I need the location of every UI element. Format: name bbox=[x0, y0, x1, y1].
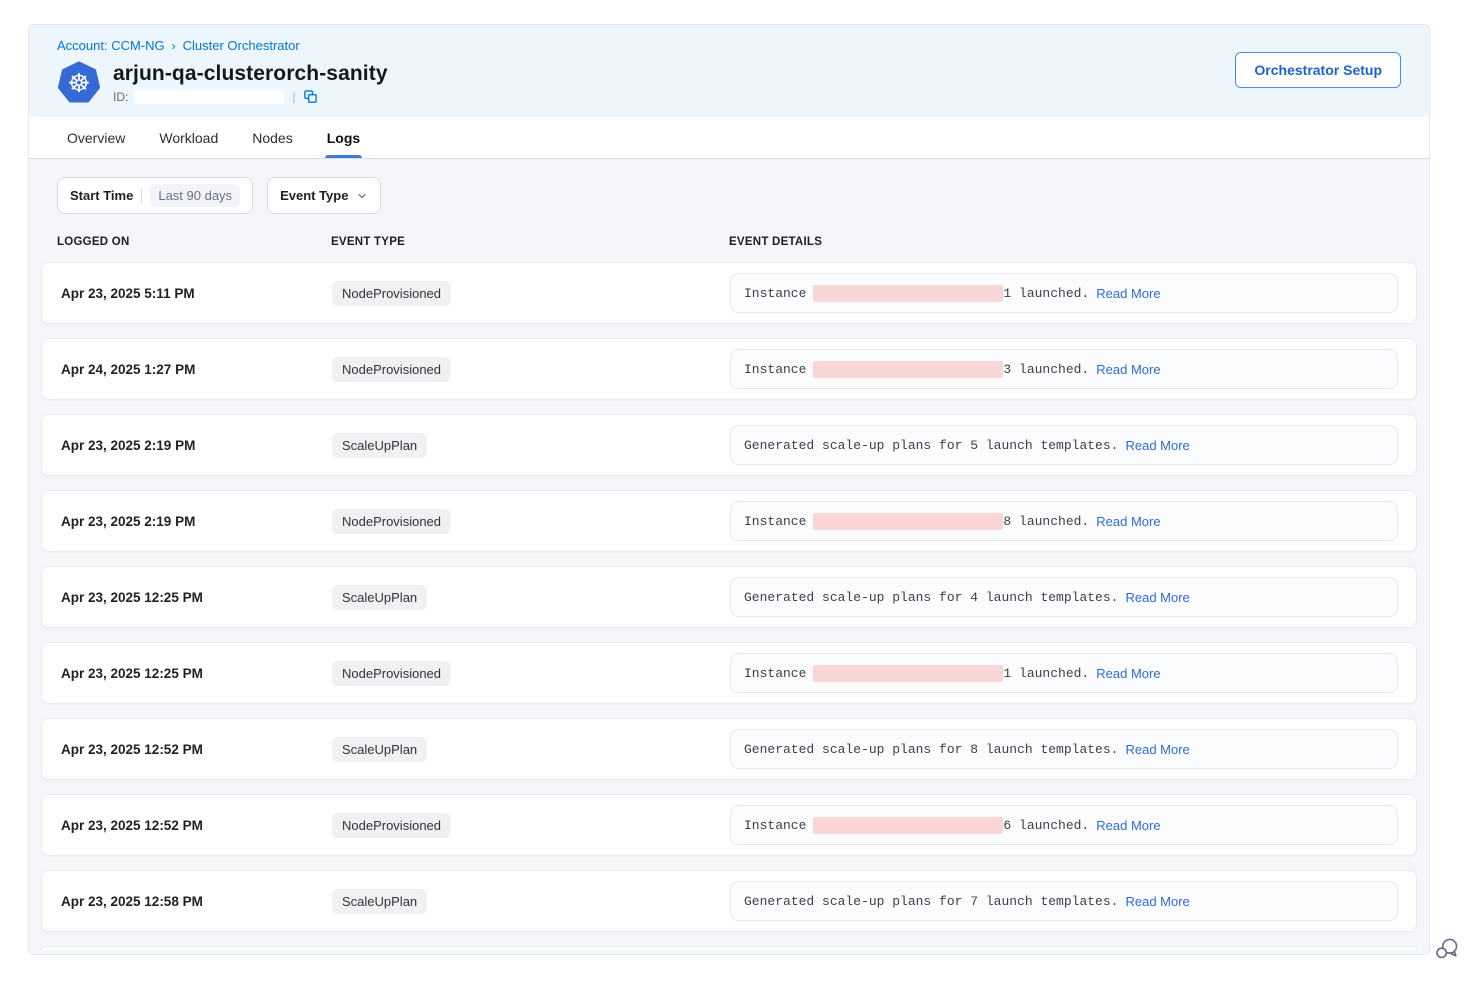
logged-on-cell: Apr 23, 2025 12:52 PM bbox=[42, 742, 332, 757]
chevron-down-icon bbox=[356, 190, 368, 202]
start-time-filter[interactable]: Start Time Last 90 days bbox=[57, 177, 253, 214]
logged-on-cell: Apr 23, 2025 12:58 PM bbox=[42, 894, 332, 909]
event-type-badge: ScaleUpPlan bbox=[332, 889, 427, 914]
svg-text:☸: ☸ bbox=[67, 69, 90, 99]
log-row: Apr 23, 2025 2:19 PM ScaleUpPlan Generat… bbox=[41, 414, 1417, 476]
event-type-badge: ScaleUpPlan bbox=[332, 433, 427, 458]
event-detail-text: Instance bbox=[744, 514, 806, 529]
event-detail-text: Generated scale-up plans for 8 launch te… bbox=[744, 742, 1118, 757]
event-type-badge: ScaleUpPlan bbox=[332, 585, 427, 610]
tab-workload[interactable]: Workload bbox=[157, 117, 220, 158]
filter-divider bbox=[141, 188, 142, 204]
event-detail-suffix: 1 launched. bbox=[1003, 666, 1089, 681]
event-detail-suffix: 6 launched. bbox=[1003, 818, 1089, 833]
event-details-box: Instance 8 launched. Read More bbox=[730, 501, 1398, 541]
read-more-link[interactable]: Read More bbox=[1125, 438, 1189, 453]
event-detail-text: Generated scale-up plans for 7 launch te… bbox=[744, 894, 1118, 909]
start-time-label: Start Time bbox=[70, 188, 133, 203]
event-details-box: Instance 1 launched. Read More bbox=[730, 273, 1398, 313]
event-detail-text: Instance bbox=[744, 286, 806, 301]
redacted-instance-id bbox=[813, 665, 1003, 682]
log-row: Apr 23, 2025 12:52 PM ScaleUpPlan Genera… bbox=[41, 718, 1417, 780]
logged-on-cell: Apr 23, 2025 12:25 PM bbox=[42, 590, 332, 605]
read-more-link[interactable]: Read More bbox=[1096, 666, 1160, 681]
event-type-badge: NodeProvisioned bbox=[332, 281, 451, 306]
column-header-event-details: EVENT DETAILS bbox=[729, 236, 1417, 248]
event-type-badge: NodeProvisioned bbox=[332, 509, 451, 534]
read-more-link[interactable]: Read More bbox=[1096, 514, 1160, 529]
event-type-filter[interactable]: Event Type bbox=[267, 177, 381, 214]
log-row: Apr 24, 2025 1:27 PM NodeProvisioned Ins… bbox=[41, 338, 1417, 400]
log-row: Apr 23, 2025 2:19 PM NodeProvisioned Ins… bbox=[41, 490, 1417, 552]
read-more-link[interactable]: Read More bbox=[1125, 742, 1189, 757]
event-details-box: Generated scale-up plans for 5 launch te… bbox=[730, 425, 1398, 465]
event-details-box: Instance 6 launched. Read More bbox=[730, 805, 1398, 845]
event-type-badge: NodeProvisioned bbox=[332, 661, 451, 686]
read-more-link[interactable]: Read More bbox=[1096, 362, 1160, 377]
read-more-link[interactable]: Read More bbox=[1096, 286, 1160, 301]
breadcrumb-account-link[interactable]: Account: CCM-NG bbox=[57, 38, 165, 53]
tabs-bar: Overview Workload Nodes Logs bbox=[29, 117, 1429, 159]
event-details-box: Generated scale-up plans for 4 launch te… bbox=[730, 577, 1398, 617]
page-header: Account: CCM-NG › Cluster Orchestrator ☸ a… bbox=[29, 25, 1429, 117]
logged-on-cell: Apr 23, 2025 2:19 PM bbox=[42, 438, 332, 453]
log-row: Apr 23, 2025 12:52 PM NodeProvisioned In… bbox=[41, 794, 1417, 856]
log-row: Apr 23, 2025 12:58 PM ScaleUpPlan Genera… bbox=[41, 870, 1417, 932]
copy-icon[interactable] bbox=[303, 89, 318, 104]
event-detail-suffix: 1 launched. bbox=[1003, 286, 1089, 301]
table-header: LOGGED ON EVENT TYPE EVENT DETAILS bbox=[41, 236, 1417, 262]
breadcrumb: Account: CCM-NG › Cluster Orchestrator bbox=[57, 38, 388, 53]
log-row: Apr 23, 2025 12:25 PM NodeProvisioned In… bbox=[41, 642, 1417, 704]
tab-logs[interactable]: Logs bbox=[325, 117, 362, 158]
cluster-orchestrator-page: Account: CCM-NG › Cluster Orchestrator ☸ a… bbox=[28, 24, 1430, 955]
log-row: Apr 23, 2025 12:25 PM ScaleUpPlan Genera… bbox=[41, 566, 1417, 628]
logged-on-cell: Apr 24, 2025 1:27 PM bbox=[42, 362, 332, 377]
tab-nodes[interactable]: Nodes bbox=[250, 117, 294, 158]
log-row: Apr 23, 2025 5:11 PM NodeProvisioned Ins… bbox=[41, 262, 1417, 324]
event-detail-text: Instance bbox=[744, 362, 806, 377]
kubernetes-icon: ☸ bbox=[57, 61, 101, 105]
event-type-badge: ScaleUpPlan bbox=[332, 737, 427, 762]
event-detail-text: Generated scale-up plans for 5 launch te… bbox=[744, 438, 1118, 453]
page-title: arjun-qa-clusterorch-sanity bbox=[113, 62, 388, 86]
event-type-badge: NodeProvisioned bbox=[332, 357, 451, 382]
event-detail-suffix: 3 launched. bbox=[1003, 362, 1089, 377]
redacted-cluster-id bbox=[134, 90, 284, 104]
read-more-link[interactable]: Read More bbox=[1125, 590, 1189, 605]
read-more-link[interactable]: Read More bbox=[1096, 818, 1160, 833]
breadcrumb-separator: › bbox=[172, 39, 176, 53]
help-chat-icon[interactable] bbox=[1434, 936, 1460, 962]
column-header-event-type: EVENT TYPE bbox=[331, 236, 729, 248]
column-header-logged-on: LOGGED ON bbox=[57, 236, 331, 248]
logged-on-cell: Apr 23, 2025 12:25 PM bbox=[42, 666, 332, 681]
logged-on-cell: Apr 23, 2025 2:19 PM bbox=[42, 514, 332, 529]
logs-content: Start Time Last 90 days Event Type LOGGE… bbox=[29, 159, 1429, 950]
event-details-box: Instance 3 launched. Read More bbox=[730, 349, 1398, 389]
redacted-instance-id bbox=[813, 361, 1003, 378]
event-detail-text: Generated scale-up plans for 4 launch te… bbox=[744, 590, 1118, 605]
event-type-label: Event Type bbox=[280, 188, 348, 203]
logged-on-cell: Apr 23, 2025 12:52 PM bbox=[42, 818, 332, 833]
event-details-box: Generated scale-up plans for 8 launch te… bbox=[730, 729, 1398, 769]
redacted-instance-id bbox=[813, 817, 1003, 834]
start-time-value: Last 90 days bbox=[150, 184, 240, 207]
breadcrumb-section-link[interactable]: Cluster Orchestrator bbox=[183, 38, 300, 53]
logged-on-cell: Apr 23, 2025 5:11 PM bbox=[42, 286, 332, 301]
redacted-instance-id bbox=[813, 513, 1003, 530]
event-detail-text: Instance bbox=[744, 666, 806, 681]
event-type-badge: NodeProvisioned bbox=[332, 813, 451, 838]
event-details-box: Instance 1 launched. Read More bbox=[730, 653, 1398, 693]
orchestrator-setup-button[interactable]: Orchestrator Setup bbox=[1235, 52, 1401, 88]
event-details-box: Generated scale-up plans for 7 launch te… bbox=[730, 881, 1398, 921]
log-row-cut-off bbox=[41, 946, 1417, 950]
tab-overview[interactable]: Overview bbox=[65, 117, 127, 158]
read-more-link[interactable]: Read More bbox=[1125, 894, 1189, 909]
id-label: ID: bbox=[113, 90, 128, 104]
id-separator: | bbox=[292, 90, 295, 104]
filters-row: Start Time Last 90 days Event Type bbox=[57, 177, 1417, 214]
redacted-instance-id bbox=[813, 285, 1003, 302]
event-detail-suffix: 8 launched. bbox=[1003, 514, 1089, 529]
event-detail-text: Instance bbox=[744, 818, 806, 833]
